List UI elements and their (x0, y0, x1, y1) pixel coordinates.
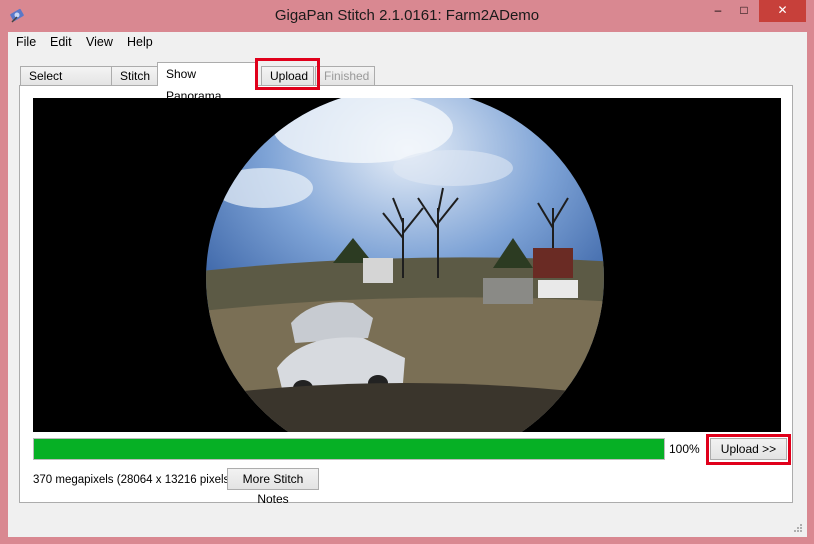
tab-stitch[interactable]: Stitch (111, 66, 158, 85)
resize-grip-icon[interactable] (793, 523, 803, 533)
minimize-button[interactable]: – (705, 0, 731, 22)
progress-bar-fill (34, 439, 664, 459)
megapixels-status: 370 megapixels (28064 x 13216 pixels) (33, 474, 234, 486)
upload-tab-highlight (255, 58, 320, 90)
tab-show-panorama[interactable]: Show Panorama (157, 62, 257, 103)
progress-percent-label: 100% (669, 442, 700, 456)
close-button[interactable]: ✕ (759, 0, 806, 22)
panorama-viewer[interactable] (33, 98, 781, 432)
maximize-button[interactable]: □ (731, 0, 757, 22)
menu-bar: File Edit View Help (8, 32, 807, 52)
stitch-progress-bar (33, 438, 665, 460)
tab-strip: Select Images Stitch Show Panorama Uploa… (8, 62, 807, 103)
tab-finished: Finished (315, 66, 375, 85)
tab-select-images[interactable]: Select Images (20, 66, 112, 102)
fisheye-panorama-image (206, 98, 604, 432)
app-window: GigaPan Stitch 2.1.0161: Farm2ADemo – □ … (0, 0, 814, 544)
menu-file[interactable]: File (16, 35, 36, 49)
menu-help[interactable]: Help (127, 35, 153, 49)
client-area: File Edit View Help Select Images Stitch… (8, 32, 807, 537)
upload-button-highlight (706, 434, 791, 465)
menu-view[interactable]: View (86, 35, 113, 49)
panorama-panel: 100% Upload >> 370 megapixels (28064 x 1… (19, 85, 793, 506)
menu-edit[interactable]: Edit (50, 35, 72, 49)
window-title: GigaPan Stitch 2.1.0161: Farm2ADemo (274, 7, 540, 24)
title-bar[interactable]: GigaPan Stitch 2.1.0161: Farm2ADemo – □ … (0, 0, 814, 32)
more-stitch-notes-button[interactable]: More Stitch Notes (227, 468, 319, 506)
